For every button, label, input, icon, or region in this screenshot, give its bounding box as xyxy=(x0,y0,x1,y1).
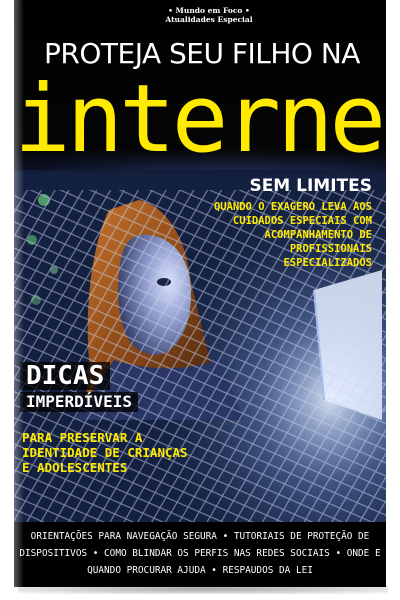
book-spine-highlight xyxy=(14,0,24,587)
magazine-badge: • Mundo em Foco • Atualidades Especial xyxy=(164,6,254,24)
tips-heading: DICAS IMPERDÍVEIS xyxy=(20,362,138,412)
magazine-book: • Mundo em Foco • Atualidades Especial P… xyxy=(0,0,400,600)
headline-line-2: internet xyxy=(14,65,386,174)
feature-title: SEM LIMITES xyxy=(249,176,372,196)
footer-topics: ORIENTAÇÕES PARA NAVEGAÇÃO SEGURA • TUTO… xyxy=(19,531,381,576)
tips-title: DICAS xyxy=(20,362,111,390)
tips-description: PARA PRESERVAR A IDENTIDADE DE CRIANÇAS … xyxy=(22,430,188,475)
badge-line-1: • Mundo em Foco • xyxy=(168,6,250,15)
magazine-cover: • Mundo em Foco • Atualidades Especial P… xyxy=(14,0,386,587)
feature-description: QUANDO O EXAGERO LEVA AOS CUIDADOS ESPEC… xyxy=(213,201,372,269)
tips-subtitle: IMPERDÍVEIS xyxy=(20,392,138,412)
badge-line-2: Atualidades Especial xyxy=(165,15,253,24)
